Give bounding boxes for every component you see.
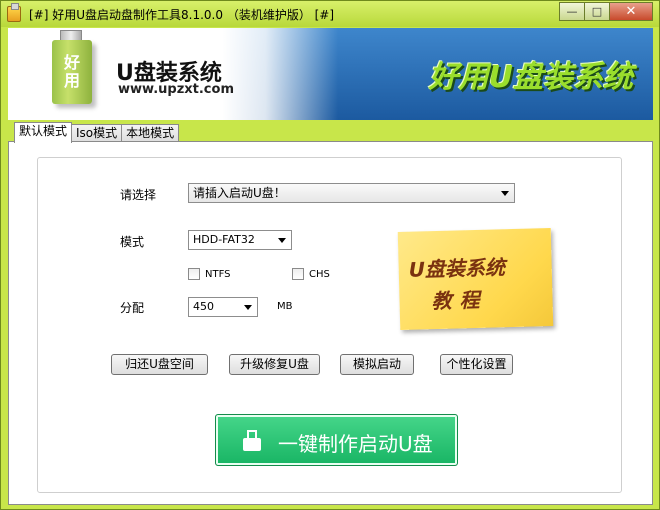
window-controls: — □ ✕ (559, 2, 653, 21)
tutorial-note-title: U盘装系统 (408, 255, 506, 282)
brand-url: www.upzxt.com (118, 82, 234, 97)
ntfs-checkbox[interactable]: NTFS (188, 268, 231, 280)
maximize-button[interactable]: □ (584, 2, 610, 21)
usb-drive-icon (242, 430, 262, 452)
minimize-button[interactable]: — (559, 2, 585, 21)
chevron-down-icon (501, 191, 509, 196)
options-group: 请选择 请插入启动U盘！ 模式 HDD-FAT32 NTFS CHS 分配 45… (37, 157, 622, 493)
chs-checkbox-label: CHS (309, 268, 330, 280)
allocation-label: 分配 (120, 301, 145, 315)
checkbox-box[interactable] (188, 268, 200, 280)
checkbox-box[interactable] (292, 268, 304, 280)
chevron-down-icon (278, 238, 286, 243)
mode-tabs: 默认模式 Iso模式 本地模式 (14, 122, 180, 143)
title-bar[interactable]: [#] 好用U盘启动盘制作工具8.1.0.0 （装机维护版） [#] — □ ✕ (1, 1, 659, 27)
usb-drive-logo-icon: 好 用 (52, 40, 92, 104)
tab-content-panel: 请选择 请插入启动U盘！ 模式 HDD-FAT32 NTFS CHS 分配 45… (8, 141, 653, 505)
one-key-make-boot-usb-button[interactable]: 一键制作启动U盘 (215, 414, 458, 466)
personalize-settings-button[interactable]: 个性化设置 (440, 354, 513, 375)
close-button[interactable]: ✕ (609, 2, 653, 21)
select-drive-label: 请选择 (120, 188, 157, 202)
usb-logo-char-2: 用 (63, 71, 80, 90)
mode-select-value: HDD-FAT32 (193, 233, 255, 246)
window-title: [#] 好用U盘启动盘制作工具8.1.0.0 （装机维护版） [#] (29, 8, 335, 22)
mode-label: 模式 (120, 235, 145, 249)
mode-select[interactable]: HDD-FAT32 (188, 230, 292, 250)
header-banner: 好 用 U盘装系统 www.upzxt.com 好用U盘装系统 (8, 28, 653, 120)
restore-usb-space-button[interactable]: 归还U盘空间 (111, 354, 208, 375)
allocation-select-value: 450 (193, 300, 214, 313)
tutorial-note-link[interactable]: U盘装系统 教程 (397, 228, 554, 330)
allocation-select[interactable]: 450 (188, 297, 258, 317)
usb-logo-text: 好 用 (52, 54, 92, 90)
ntfs-checkbox-label: NTFS (205, 268, 231, 280)
tutorial-note-subtitle: 教程 (431, 287, 488, 314)
drive-select[interactable]: 请插入启动U盘！ (188, 183, 515, 203)
upgrade-repair-usb-button[interactable]: 升级修复U盘 (229, 354, 320, 375)
chs-checkbox[interactable]: CHS (292, 268, 330, 280)
simulate-boot-button[interactable]: 模拟启动 (340, 354, 414, 375)
usb-drive-icon (7, 3, 21, 22)
banner-slogan: 好用U盘装系统 (428, 60, 633, 95)
one-key-button-label: 一键制作启动U盘 (278, 432, 433, 456)
allocation-unit: MB (277, 301, 293, 312)
usb-logo-char-1: 好 (63, 53, 80, 72)
chevron-down-icon (244, 305, 252, 310)
drive-select-value: 请插入启动U盘！ (193, 186, 286, 200)
app-window: [#] 好用U盘启动盘制作工具8.1.0.0 （装机维护版） [#] — □ ✕… (0, 0, 660, 510)
tab-default-mode[interactable]: 默认模式 (14, 122, 73, 143)
